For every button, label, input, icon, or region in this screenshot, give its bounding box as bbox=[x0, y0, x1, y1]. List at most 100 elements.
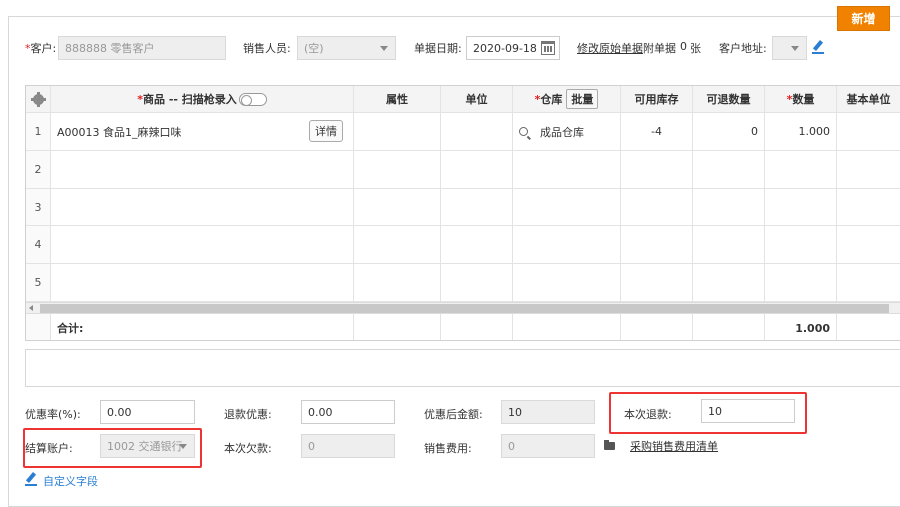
custom-fields-link[interactable]: 自定义字段 bbox=[43, 473, 98, 489]
this-refund-input[interactable]: 10 bbox=[701, 399, 795, 423]
returnable-cell bbox=[693, 226, 765, 263]
date-label: 单据日期: bbox=[414, 42, 462, 55]
available-cell bbox=[621, 264, 693, 301]
gear-icon[interactable] bbox=[30, 91, 46, 107]
total-qty: 1.000 bbox=[765, 314, 837, 340]
customer-label: *客户: bbox=[25, 42, 57, 55]
account-label: 结算账户: bbox=[25, 442, 73, 455]
product-cell[interactable]: A00013 食品1_麻辣口味 详情 bbox=[51, 113, 354, 150]
warehouse-cell[interactable]: 成品仓库 bbox=[513, 113, 621, 150]
unit-cell[interactable] bbox=[441, 113, 513, 150]
qty-cell[interactable] bbox=[765, 264, 837, 301]
account-select[interactable]: 1002 交通银行 bbox=[100, 434, 195, 458]
date-input[interactable]: 2020-09-18 bbox=[466, 36, 560, 60]
col-unit: 单位 bbox=[441, 86, 513, 112]
refund-discount-input[interactable]: 0.00 bbox=[301, 400, 395, 424]
modify-original-link[interactable]: 修改原始单据 bbox=[577, 40, 643, 56]
base-unit-cell bbox=[837, 264, 900, 301]
scrollbar-thumb[interactable] bbox=[40, 304, 889, 313]
total-base-unit bbox=[837, 314, 900, 340]
discount-rate-label: 优惠率(%): bbox=[25, 408, 81, 421]
account-value: 1002 交通银行 bbox=[107, 440, 183, 453]
attribute-cell[interactable] bbox=[354, 113, 441, 150]
chevron-down-icon bbox=[791, 46, 799, 51]
warehouse-cell[interactable] bbox=[513, 151, 621, 188]
table-row[interactable]: 1 A00013 食品1_麻辣口味 详情 成品仓库 -4 0 1.000 bbox=[26, 113, 900, 151]
product-cell[interactable] bbox=[51, 226, 354, 263]
total-returnable bbox=[693, 314, 765, 340]
purchase-fee-link[interactable]: 采购销售费用清单 bbox=[630, 438, 718, 454]
table-row[interactable]: 5 bbox=[26, 264, 900, 302]
calendar-icon[interactable] bbox=[541, 41, 555, 55]
row-number: 5 bbox=[26, 264, 51, 301]
address-label: 客户地址: bbox=[719, 42, 767, 55]
qty-cell[interactable] bbox=[765, 189, 837, 225]
sales-fee-label: 销售费用: bbox=[424, 442, 472, 455]
qty-cell[interactable]: 1.000 bbox=[765, 113, 837, 150]
discount-rate-input[interactable]: 0.00 bbox=[100, 400, 195, 424]
attach-count: 0 bbox=[680, 40, 687, 53]
scroll-left-icon[interactable] bbox=[29, 305, 33, 311]
attribute-cell[interactable] bbox=[354, 226, 441, 263]
attach-unit: 张 bbox=[690, 42, 701, 55]
total-row-number bbox=[26, 314, 51, 340]
this-refund-label: 本次退款: bbox=[624, 408, 672, 421]
after-discount-label: 优惠后金额: bbox=[424, 408, 483, 421]
col-attribute: 属性 bbox=[354, 86, 441, 112]
unit-cell[interactable] bbox=[441, 226, 513, 263]
grid-settings-cell[interactable] bbox=[26, 86, 51, 112]
warehouse-cell[interactable] bbox=[513, 264, 621, 301]
product-cell[interactable] bbox=[51, 264, 354, 301]
base-unit-cell bbox=[837, 226, 900, 263]
customer-input[interactable]: 888888 零售客户 bbox=[58, 36, 226, 60]
unit-cell[interactable] bbox=[441, 264, 513, 301]
table-row[interactable]: 2 bbox=[26, 151, 900, 189]
horizontal-scrollbar[interactable] bbox=[26, 302, 900, 314]
warehouse-cell[interactable] bbox=[513, 226, 621, 263]
qty-cell[interactable] bbox=[765, 226, 837, 263]
returnable-cell: 0 bbox=[693, 113, 765, 150]
product-name: A00013 食品1_麻辣口味 bbox=[57, 125, 182, 139]
returnable-cell bbox=[693, 189, 765, 225]
grid-header-row: * 商品 -- 扫描枪录入 属性 单位 * 仓库 批量 可用库存 可退数量 * 数量 基… bbox=[26, 86, 900, 113]
attribute-cell[interactable] bbox=[354, 264, 441, 301]
product-cell[interactable] bbox=[51, 151, 354, 188]
address-select[interactable] bbox=[772, 36, 807, 60]
row-number: 2 bbox=[26, 151, 51, 188]
qty-cell[interactable] bbox=[765, 151, 837, 188]
unit-cell[interactable] bbox=[441, 151, 513, 188]
base-unit-cell bbox=[837, 189, 900, 225]
product-grid: * 商品 -- 扫描枪录入 属性 单位 * 仓库 批量 可用库存 可退数量 * 数量 基… bbox=[25, 85, 900, 341]
chevron-down-icon bbox=[179, 444, 187, 449]
salesperson-select[interactable]: (空) bbox=[297, 36, 396, 60]
batch-button[interactable]: 批量 bbox=[566, 89, 599, 109]
total-available bbox=[621, 314, 693, 340]
product-cell[interactable] bbox=[51, 189, 354, 225]
table-row[interactable]: 3 bbox=[26, 189, 900, 226]
edit-icon[interactable] bbox=[25, 472, 37, 486]
remarks-textarea[interactable] bbox=[25, 349, 900, 387]
edit-address-icon[interactable] bbox=[812, 40, 824, 54]
available-cell: -4 bbox=[621, 113, 693, 150]
refund-discount-label: 退款优惠: bbox=[224, 408, 272, 421]
this-owed-label: 本次欠款: bbox=[224, 442, 272, 455]
scanner-toggle[interactable] bbox=[238, 92, 267, 106]
chevron-down-icon bbox=[380, 46, 388, 51]
salesperson-label: 销售人员: bbox=[243, 42, 291, 55]
search-icon[interactable] bbox=[519, 127, 528, 136]
table-row[interactable]: 4 bbox=[26, 226, 900, 264]
warehouse-value: 成品仓库 bbox=[540, 125, 584, 139]
base-unit-cell bbox=[837, 151, 900, 188]
col-base-unit: 基本单位 bbox=[837, 86, 900, 112]
warehouse-cell[interactable] bbox=[513, 189, 621, 225]
detail-button[interactable]: 详情 bbox=[309, 120, 343, 142]
folder-icon[interactable] bbox=[604, 440, 615, 450]
attribute-cell[interactable] bbox=[354, 151, 441, 188]
attribute-cell[interactable] bbox=[354, 189, 441, 225]
returnable-cell bbox=[693, 264, 765, 301]
row-number: 3 bbox=[26, 189, 51, 225]
unit-cell[interactable] bbox=[441, 189, 513, 225]
total-unit bbox=[441, 314, 513, 340]
row-number: 1 bbox=[26, 113, 51, 150]
new-button[interactable]: 新增 bbox=[837, 6, 890, 31]
